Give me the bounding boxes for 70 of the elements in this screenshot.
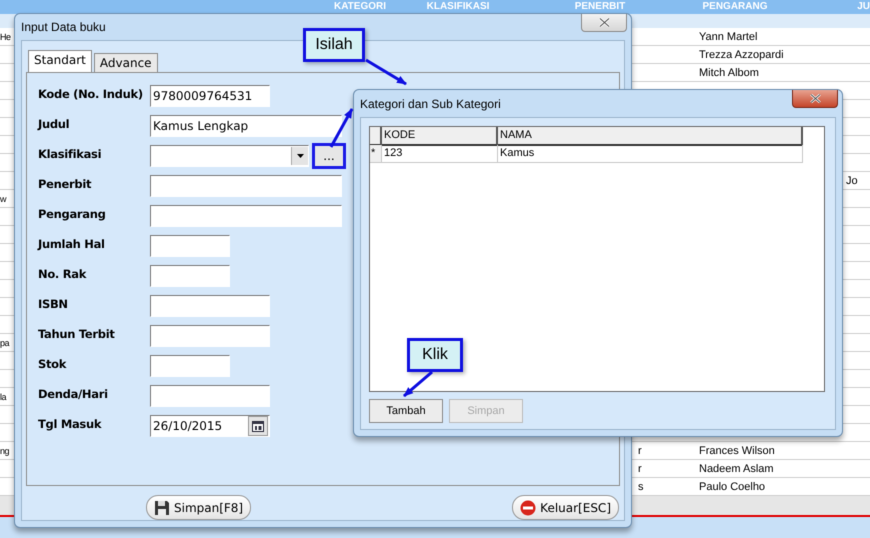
column-header: NAMA (498, 127, 803, 146)
field-label: Tgl Masuk (38, 416, 102, 431)
table-cell-text: w (0, 194, 8, 204)
field-label: Klasifikasi (38, 146, 102, 161)
add-button[interactable]: Tambah (369, 399, 443, 423)
table-cell-text: ng (0, 446, 10, 456)
column-header: PENGARANG (701, 0, 768, 14)
field-label: Denda/Hari (38, 386, 109, 401)
close-button[interactable] (581, 14, 627, 32)
field-label: Jumlah Hal (38, 236, 106, 251)
column-header: JU (856, 0, 870, 14)
table-cell-text: Paulo Coelho (698, 480, 766, 492)
dropdown-field[interactable] (150, 145, 309, 167)
field-label: Stok (38, 356, 68, 371)
field-label: Pengarang (38, 206, 107, 221)
exit-button[interactable]: Keluar[ESC] (512, 495, 619, 520)
callout-label: Isilah (303, 28, 365, 62)
close-icon (810, 94, 820, 103)
field-label: Tahun Terbit (38, 326, 116, 341)
table-cell-text: s (638, 480, 644, 492)
column-header: PENERBIT (574, 0, 626, 14)
field-label: Kode (No. Induk) (38, 86, 144, 101)
text-field[interactable] (150, 205, 342, 227)
window-title: Input Data buku (21, 20, 106, 34)
save-button[interactable]: Simpan[F8] (146, 495, 252, 520)
header-corner (370, 127, 382, 146)
table-cell-text: la (0, 392, 8, 402)
arrow (330, 108, 354, 148)
column-header: KLASIFIKASI (426, 0, 490, 14)
field-label: Judul (38, 116, 70, 131)
field-label: ISBN (38, 296, 69, 311)
tab[interactable]: Standart (28, 50, 92, 72)
close-icon (598, 18, 610, 27)
text-field[interactable] (150, 385, 270, 407)
table-cell-text: Mitch Albom (698, 66, 760, 78)
text-field[interactable] (150, 325, 270, 347)
caret-icon (296, 154, 304, 158)
close-button[interactable] (792, 90, 838, 108)
field-label: Penerbit (38, 176, 92, 191)
no-entry-icon (520, 500, 536, 516)
row-indicator: * (370, 145, 382, 163)
calendar-icon (252, 420, 264, 432)
date-field[interactable]: 26/10/2015 (150, 415, 270, 437)
table-cell-text: Nadeem Aslam (698, 462, 775, 474)
arrow (365, 58, 407, 86)
table-cell-text: Yann Martel (698, 30, 758, 42)
table-cell: 123 (382, 145, 498, 163)
arrow (403, 370, 433, 398)
table-cell-text: r (638, 444, 643, 456)
table-cell: Kamus (498, 145, 803, 163)
table-cell-text: Jo (845, 174, 859, 186)
column-header: KODE (382, 127, 498, 146)
text-field[interactable]: 9780009764531 (150, 85, 270, 107)
column-header: KATEGORI (332, 0, 388, 14)
table-cell-text: Frances Wilson (698, 444, 776, 456)
field-label: No. Rak (38, 266, 88, 281)
text-field[interactable]: Kamus Lengkap (150, 115, 342, 137)
text-field[interactable] (150, 175, 342, 197)
text-field[interactable] (150, 355, 230, 377)
text-field[interactable] (150, 235, 230, 257)
text-field[interactable] (150, 295, 270, 317)
browse-button[interactable]: ... (312, 143, 346, 169)
tab[interactable]: Advance (94, 53, 158, 72)
table-cell-text: Trezza Azzopardi (698, 48, 785, 60)
window-title: Kategori dan Sub Kategori (360, 96, 501, 110)
table-cell-text: pa (0, 338, 10, 348)
callout-label: Klik (407, 338, 463, 372)
table-cell-text: r (638, 462, 643, 474)
table-cell: He (0, 32, 12, 42)
text-field[interactable] (150, 265, 230, 287)
